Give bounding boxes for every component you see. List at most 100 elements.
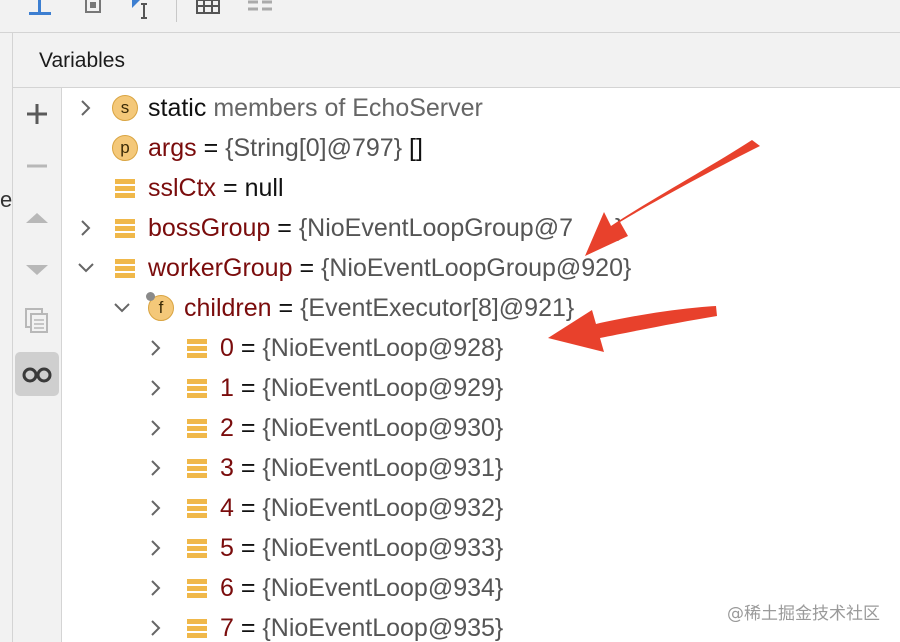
array-index: 7 — [220, 614, 234, 642]
chevron-right-icon[interactable] — [146, 338, 166, 358]
field-list-icon — [187, 379, 207, 398]
tree-row-args[interactable]: p args = {String[0]@797} [] — [62, 128, 900, 168]
tree-row-child-item[interactable]: 5 = {NioEventLoop@933} — [62, 528, 900, 568]
step-into-icon[interactable] — [26, 0, 56, 18]
equals-sign: = — [223, 174, 238, 202]
chevron-right-icon[interactable] — [146, 418, 166, 438]
plus-icon — [27, 104, 47, 124]
minus-icon — [27, 164, 47, 168]
child-item-text: 5 = {NioEventLoop@933} — [220, 528, 503, 568]
array-index: 2 — [220, 414, 234, 442]
child-item-text: 0 = {NioEventLoop@928} — [220, 328, 503, 368]
chevron-right-icon[interactable] — [146, 618, 166, 638]
equals-sign: = — [240, 334, 256, 362]
variable-type: {NioEventLoopGroup@920} — [321, 254, 632, 282]
tree-row-bossgroup[interactable]: bossGroup = {NioEventLoopGroup@7} — [62, 208, 900, 248]
field-list-icon — [187, 619, 207, 638]
variable-type: {String[0]@797} — [225, 134, 403, 162]
static-members-label: members of EchoServer — [213, 94, 483, 122]
equals-sign: = — [299, 254, 315, 282]
move-up-button[interactable] — [15, 196, 59, 240]
show-watches-button[interactable] — [15, 352, 59, 396]
child-item-text: 1 = {NioEventLoop@929} — [220, 368, 503, 408]
field-list-icon — [115, 259, 135, 278]
equals-sign: = — [277, 214, 292, 242]
triangle-down-icon — [26, 265, 48, 275]
layout-icon[interactable] — [246, 0, 274, 14]
child-item-text: 3 = {NioEventLoop@931} — [220, 448, 503, 488]
tree-row-children[interactable]: f children = {EventExecutor[8]@921} — [62, 288, 900, 328]
evaluate-icon[interactable] — [130, 0, 160, 20]
tree-row-sslctx[interactable]: sslCtx = null — [62, 168, 900, 208]
field-list-icon — [187, 499, 207, 518]
field-list-icon — [187, 419, 207, 438]
static-label: static — [148, 94, 207, 122]
field-list-icon — [187, 339, 207, 358]
variable-name: children — [184, 294, 272, 322]
move-down-button[interactable] — [15, 248, 59, 292]
equals-sign: = — [278, 294, 294, 322]
equals-sign: = — [240, 614, 256, 642]
tree-row-child-item[interactable]: 2 = {NioEventLoop@930} — [62, 408, 900, 448]
chevron-right-icon[interactable] — [76, 218, 96, 238]
equals-sign: = — [240, 374, 256, 402]
add-watch-button[interactable] — [15, 92, 59, 136]
chevron-down-icon[interactable] — [112, 298, 132, 318]
equals-sign: = — [240, 494, 256, 522]
workergroup-row-text: workerGroup = {NioEventLoopGroup@920} — [148, 248, 631, 288]
watermark: @稀土掘金技术社区 — [727, 604, 880, 624]
field-list-icon — [115, 179, 135, 198]
tree-row-child-item[interactable]: 0 = {NioEventLoop@928} — [62, 328, 900, 368]
chevron-right-icon[interactable] — [146, 498, 166, 518]
tree-row-child-item[interactable]: 1 = {NioEventLoop@929} — [62, 368, 900, 408]
variables-action-bar — [13, 88, 62, 642]
final-modifier-icon — [146, 292, 155, 301]
static-row-text: static members of EchoServer — [148, 88, 483, 128]
array-index: 0 — [220, 334, 234, 362]
copy-button[interactable] — [15, 298, 59, 342]
variable-type: {NioEventLoop@931} — [262, 454, 504, 482]
table-icon[interactable] — [196, 0, 222, 16]
tree-row-workergroup[interactable]: workerGroup = {NioEventLoopGroup@920} — [62, 248, 900, 288]
chevron-right-icon[interactable] — [146, 458, 166, 478]
chevron-right-icon[interactable] — [146, 378, 166, 398]
variable-type: {EventExecutor[8]@921} — [300, 294, 575, 322]
equals-sign: = — [240, 534, 256, 562]
variable-name: workerGroup — [148, 254, 293, 282]
array-index: 6 — [220, 574, 234, 602]
static-badge-icon: s — [112, 95, 138, 121]
bossgroup-row-text: bossGroup = {NioEventLoopGroup@7} — [148, 208, 623, 248]
variable-value: [] — [409, 134, 423, 162]
array-index: 1 — [220, 374, 234, 402]
equals-sign: = — [240, 414, 256, 442]
chevron-right-icon[interactable] — [76, 98, 96, 118]
variable-type: {NioEventLoop@935} — [262, 614, 504, 642]
adjacent-panel-edge: e — [0, 33, 13, 642]
glasses-icon — [22, 367, 52, 383]
sslctx-row-text: sslCtx = null — [148, 168, 284, 208]
chevron-right-icon[interactable] — [146, 578, 166, 598]
variable-type: {NioEventLoopGroup@7 — [298, 214, 573, 242]
remove-watch-button[interactable] — [15, 144, 59, 188]
array-index: 4 — [220, 494, 234, 522]
chevron-right-icon[interactable] — [146, 538, 166, 558]
tree-row-child-item[interactable]: 4 = {NioEventLoop@932} — [62, 488, 900, 528]
array-index: 3 — [220, 454, 234, 482]
field-list-icon — [187, 459, 207, 478]
tree-row-static[interactable]: s static members of EchoServer — [62, 88, 900, 128]
children-row-text: children = {EventExecutor[8]@921} — [184, 288, 574, 328]
triangle-up-icon — [26, 213, 48, 223]
tree-row-child-item[interactable]: 3 = {NioEventLoop@931} — [62, 448, 900, 488]
chevron-down-icon[interactable] — [76, 258, 96, 278]
variable-type: {NioEventLoop@933} — [262, 534, 504, 562]
variable-type: {NioEventLoop@930} — [262, 414, 504, 442]
debugger-toolbar — [0, 0, 900, 33]
variable-type: {NioEventLoop@934} — [262, 574, 504, 602]
copy-icon — [25, 308, 48, 333]
variable-type: {NioEventLoop@932} — [262, 494, 504, 522]
variables-panel-header: Variables — [13, 33, 900, 88]
field-list-icon — [187, 539, 207, 558]
run-to-cursor-icon[interactable] — [80, 0, 106, 18]
cut-off-text: e — [0, 187, 12, 212]
variable-value: null — [244, 174, 284, 202]
